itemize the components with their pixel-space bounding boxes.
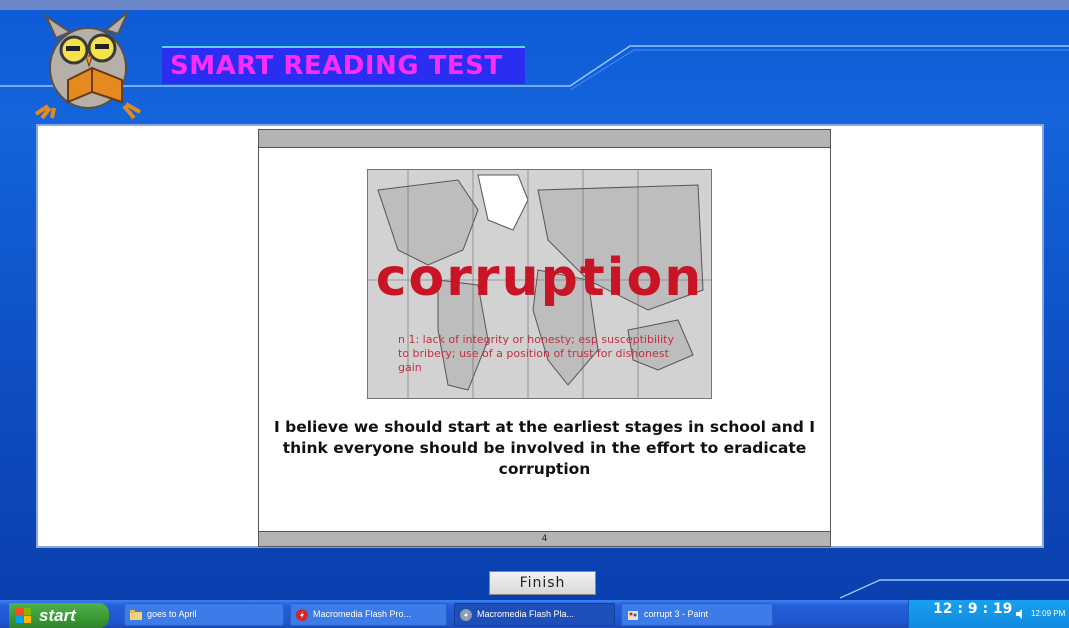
- taskbar-item-label: goes to April: [147, 609, 197, 619]
- corruption-map-image: corruption n 1: lack of integrity or hon…: [367, 169, 712, 399]
- folder-icon: [130, 610, 142, 620]
- image-definition-text: n 1: lack of integrity or honesty; esp s…: [398, 333, 674, 374]
- app-title: SMART READING TEST: [170, 51, 503, 81]
- content-panel: corruption n 1: lack of integrity or hon…: [36, 124, 1044, 548]
- taskbar-item-paint[interactable]: corrupt 3 - Paint: [621, 603, 773, 626]
- start-button[interactable]: start: [9, 603, 109, 628]
- paint-icon: [628, 611, 638, 620]
- volume-icon[interactable]: [1015, 608, 1027, 620]
- system-tray: 12 : 9 : 19 12:09 PM: [908, 600, 1069, 628]
- windows-taskbar: start goes to April Macromedia Flash Pro…: [0, 600, 1069, 628]
- slide-caption: I believe we should start at the earlies…: [273, 418, 816, 478]
- slide-top-bar: [259, 130, 830, 148]
- flash-player-icon: [460, 609, 472, 621]
- image-title-corruption: corruption: [375, 248, 704, 308]
- system-clock: 12:09 PM: [1031, 609, 1066, 618]
- title-banner: SMART READING TEST: [162, 46, 525, 84]
- flash-icon: [296, 609, 308, 621]
- app-window: SMART READING TEST corruption n 1: lack …: [0, 0, 1069, 600]
- owl-mascot-logo: [28, 10, 163, 125]
- taskbar-item-label: corrupt 3 - Paint: [644, 609, 709, 619]
- slide-page-number: 4: [259, 531, 830, 546]
- taskbar-item-label: Macromedia Flash Pla...: [477, 609, 575, 619]
- taskbar-item-flash-pro[interactable]: Macromedia Flash Pro...: [290, 603, 447, 626]
- windows-logo-icon: [16, 608, 31, 623]
- taskbar-item-folder[interactable]: goes to April: [124, 603, 284, 626]
- slide-frame: corruption n 1: lack of integrity or hon…: [258, 129, 831, 547]
- start-label: start: [39, 606, 76, 625]
- taskbar-item-flash-player[interactable]: Macromedia Flash Pla...: [454, 603, 615, 626]
- app-timer: 12 : 9 : 19: [933, 601, 1013, 617]
- taskbar-item-label: Macromedia Flash Pro...: [313, 609, 412, 619]
- footer-decoration: [839, 579, 1069, 599]
